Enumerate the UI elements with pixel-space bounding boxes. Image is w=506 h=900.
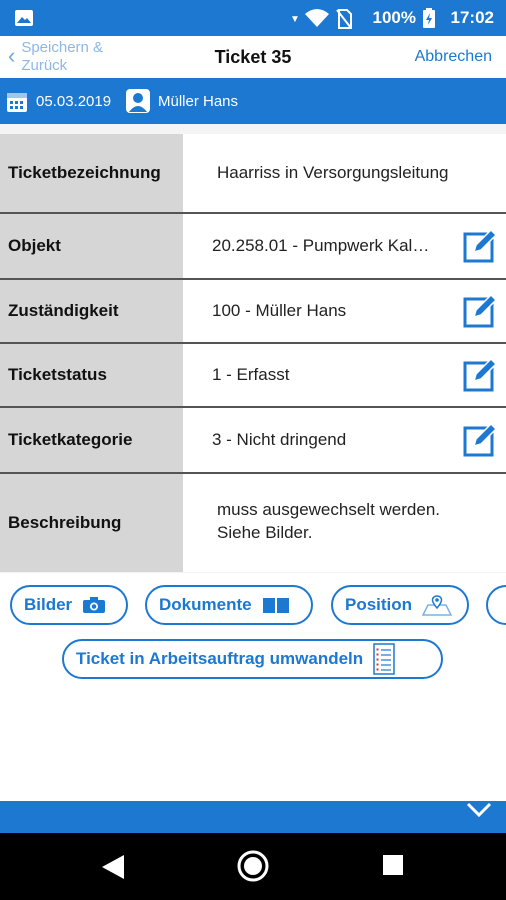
cancel-button[interactable]: Abbrechen: [415, 48, 492, 66]
position-label: Position: [345, 595, 413, 614]
bottom-bar: [0, 801, 506, 833]
clipboard-icon: [373, 643, 395, 675]
dokumente-button[interactable]: Dokumente: [145, 585, 313, 625]
position-button[interactable]: Position: [331, 585, 469, 625]
chevron-left-icon: ‹: [8, 43, 16, 68]
battery-percent: 100%: [372, 8, 416, 27]
info-bar: 05.03.2019 Müller Hans: [0, 78, 506, 124]
user-icon: [126, 89, 150, 113]
back-triangle-icon[interactable]: [100, 853, 126, 881]
field-label: Ticketbezeichnung: [0, 134, 183, 212]
no-sim-icon: [336, 9, 352, 29]
edit-icon[interactable]: [462, 422, 498, 458]
convert-label: Ticket in Arbeitsauftrag umwandeln: [76, 649, 364, 668]
field-value: 1 - Erfasst: [212, 365, 290, 384]
edit-icon[interactable]: [462, 357, 498, 393]
field-label: Ticketstatus: [0, 344, 183, 406]
camera-icon: [83, 597, 106, 613]
field-row-ticketstatus[interactable]: Ticketstatus 1 - Erfasst: [0, 344, 506, 408]
download-icon: ▼: [290, 14, 300, 25]
field-label: Objekt: [0, 214, 183, 278]
book-icon: [262, 598, 289, 613]
ticket-date: 05.03.2019: [36, 93, 112, 110]
system-nav-bar: [0, 833, 506, 900]
ticket-user: Müller Hans: [158, 93, 239, 110]
field-row-objekt[interactable]: Objekt 20.258.01 - Pumpwerk Kal…: [0, 214, 506, 280]
battery-icon: [423, 8, 435, 28]
home-circle-icon[interactable]: [236, 849, 270, 883]
clock: 17:02: [450, 8, 494, 27]
field-value: 100 - Müller Hans: [212, 301, 347, 320]
field-row-ticketkategorie[interactable]: Ticketkategorie 3 - Nicht dringend: [0, 408, 506, 474]
field-value: 20.258.01 - Pumpwerk Kal…: [212, 236, 430, 255]
chevron-down-icon[interactable]: [466, 798, 492, 818]
edit-icon[interactable]: [462, 228, 498, 264]
description-text[interactable]: muss ausgewechselt werden. Siehe Bilder.: [217, 474, 496, 572]
field-value: 3 - Nicht dringend: [212, 430, 347, 449]
nav-bar: ‹ Speichern & Zurück Ticket 35 Abbrechen: [0, 36, 506, 78]
bilder-button[interactable]: Bilder: [10, 585, 128, 625]
field-label: Zuständigkeit: [0, 280, 183, 342]
map-icon: [422, 595, 453, 616]
bilder-label: Bilder: [24, 595, 73, 614]
back-button[interactable]: ‹ Speichern & Zurück: [8, 39, 131, 75]
calendar-icon: [7, 93, 27, 112]
convert-ticket-button[interactable]: Ticket in Arbeitsauftrag umwandeln: [62, 639, 443, 679]
more-button-partial[interactable]: [486, 585, 506, 625]
field-label: Beschreibung: [0, 474, 183, 572]
field-label: Ticketkategorie: [0, 408, 183, 472]
field-row-beschreibung[interactable]: Beschreibung muss ausgewechselt werden. …: [0, 474, 506, 572]
field-value: Haarriss in Versorgungsleitung: [217, 163, 449, 182]
recent-apps-icon[interactable]: [383, 855, 403, 875]
wifi-icon: [305, 9, 329, 27]
field-row-zustaendigkeit[interactable]: Zuständigkeit 100 - Müller Hans: [0, 280, 506, 344]
field-row-ticketbezeichnung[interactable]: Ticketbezeichnung Haarriss in Versorgung…: [0, 134, 506, 214]
dokumente-label: Dokumente: [159, 595, 252, 614]
image-icon: [15, 10, 33, 26]
back-label: Speichern & Zurück: [21, 39, 104, 74]
status-bar: ▼ 100% 17:02: [0, 0, 506, 36]
edit-icon[interactable]: [462, 293, 498, 329]
action-area: Bilder Dokumente Position Ticket in Arbe…: [0, 573, 506, 801]
